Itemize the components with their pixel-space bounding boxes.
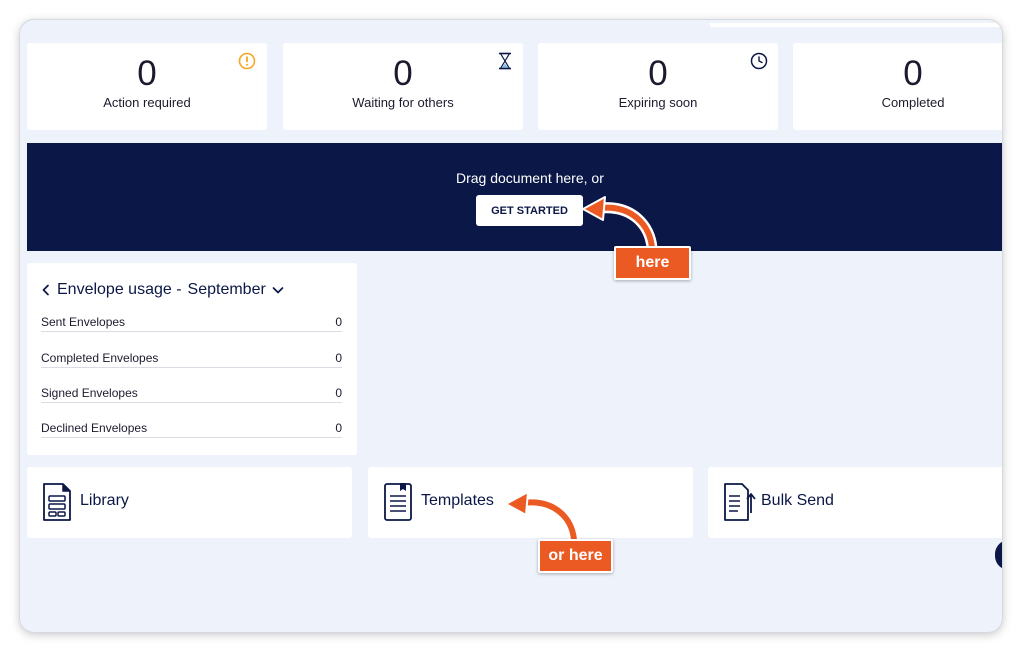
annotation-arrows xyxy=(505,196,658,546)
arrow-to-get-started xyxy=(582,196,658,254)
arrow-to-templates xyxy=(505,491,580,546)
callout-or-here: or here xyxy=(538,539,613,573)
callout-here: here xyxy=(614,246,691,280)
